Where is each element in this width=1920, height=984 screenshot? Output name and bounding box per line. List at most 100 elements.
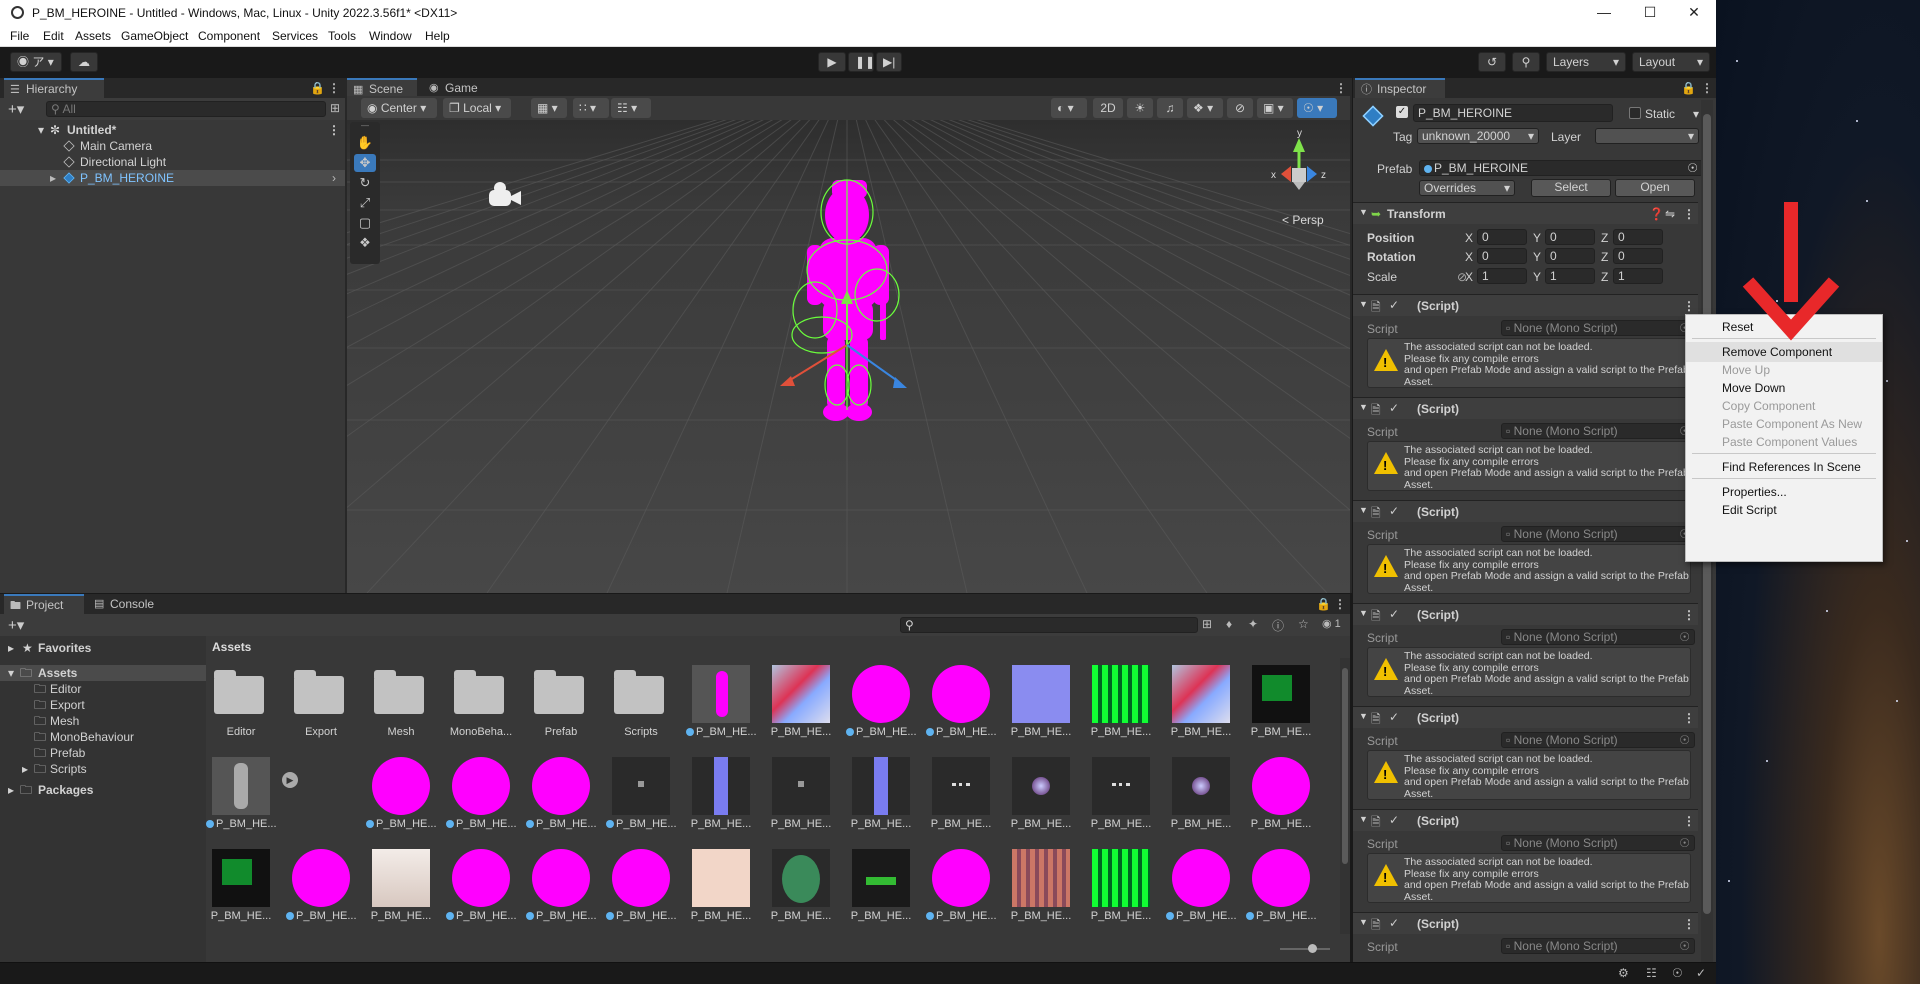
asset-item[interactable]: P_BM_HE...	[1086, 752, 1156, 832]
component-menu-icon[interactable]: ⋮	[1683, 711, 1695, 725]
toggle-2d-button[interactable]: 2D	[1093, 98, 1123, 118]
tag-dropdown[interactable]: unknown_20000 ▾	[1417, 128, 1539, 144]
folder-item[interactable]: 🗀 MonoBehaviour	[0, 729, 206, 745]
component-enabled-checkbox[interactable]: ✓	[1389, 401, 1399, 415]
position-x-field[interactable]: 0	[1477, 229, 1527, 245]
collapse-arrow-icon[interactable]: ▸	[8, 640, 14, 656]
folder-item[interactable]: ▸ 🗀 Scripts	[0, 761, 206, 777]
asset-item[interactable]: P_BM_HE...	[766, 752, 836, 832]
increment-snap-button[interactable]: ☷ ▾	[611, 98, 651, 118]
scale-tool-button[interactable]: ⤢	[354, 194, 376, 212]
menu-assets[interactable]: Assets	[75, 29, 111, 43]
folder-asset[interactable]: Export	[286, 660, 356, 740]
asset-item[interactable]: P_BM_HE...	[846, 660, 916, 740]
menu-help[interactable]: Help	[425, 29, 450, 43]
camera-settings-button[interactable]: ▣ ▾	[1257, 98, 1293, 118]
collapse-arrow-icon[interactable]: ▸	[22, 761, 28, 777]
grid-snap-button[interactable]: ▦ ▾	[531, 98, 567, 118]
asset-item[interactable]: P_BM_HE...	[286, 844, 356, 924]
layer-dropdown[interactable]: ▾	[1595, 128, 1699, 144]
component-enabled-checkbox[interactable]: ✓	[1389, 607, 1399, 621]
component-enabled-checkbox[interactable]: ✓	[1389, 813, 1399, 827]
menu-services[interactable]: Services	[272, 29, 318, 43]
asset-item[interactable]: P_BM_HE...	[1166, 844, 1236, 924]
folder-item[interactable]: 🗀 Export	[0, 697, 206, 713]
step-button[interactable]: ▶|	[876, 52, 902, 72]
component-enabled-checkbox[interactable]: ✓	[1389, 298, 1399, 312]
asset-item[interactable]: P_BM_HE...	[926, 752, 996, 832]
lock-icon[interactable]: 🔒	[310, 81, 325, 95]
maximize-button[interactable]: ☐	[1630, 2, 1670, 23]
warning-filter-icon[interactable]: ⓘ	[1272, 617, 1284, 634]
asset-item[interactable]: P_BM_HE...	[206, 752, 276, 832]
hierarchy-search-input[interactable]: ⚲ All	[46, 101, 326, 117]
lock-icon[interactable]: 🔒	[1681, 81, 1696, 95]
foldout-arrow-icon[interactable]: ▼	[1359, 917, 1368, 927]
packages-row[interactable]: ▸ 🗀 Packages	[0, 782, 206, 798]
static-dropdown-icon[interactable]: ▾	[1693, 107, 1699, 121]
inspector-menu-icon[interactable]: ⋮	[1701, 81, 1713, 95]
hierarchy-item-directional-light[interactable]: Directional Light	[0, 154, 345, 170]
tools-drag-handle[interactable]: —	[354, 122, 376, 130]
component-enabled-checkbox[interactable]: ✓	[1389, 710, 1399, 724]
asset-item[interactable]: P_BM_HE...	[926, 660, 996, 740]
rotation-x-field[interactable]: 0	[1477, 248, 1527, 264]
move-tool-button[interactable]: ✥	[354, 154, 376, 172]
grid-visibility-button[interactable]: ∷ ▾	[573, 98, 609, 118]
rect-tool-button[interactable]: ▢	[354, 214, 376, 232]
tab-console[interactable]: ▤ Console	[88, 594, 168, 614]
asset-item[interactable]: P_BM_HE...	[1006, 752, 1076, 832]
asset-item[interactable]: P_BM_HE...	[686, 752, 756, 832]
component-menu-icon[interactable]: ⋮	[1683, 917, 1695, 931]
effects-button[interactable]: ❖ ▾	[1187, 98, 1223, 118]
folder-item[interactable]: 🗀 Editor	[0, 681, 206, 697]
asset-item[interactable]: P_BM_HE...	[526, 844, 596, 924]
orientation-gizmo[interactable]: y x z	[1271, 128, 1326, 190]
folder-asset[interactable]: Prefab	[526, 660, 596, 740]
script-component-header[interactable]: ▼🗎✓(Script)⋮	[1353, 603, 1698, 625]
foldout-arrow-icon[interactable]: ▼	[1359, 711, 1368, 721]
menu-gameobject[interactable]: GameObject	[121, 29, 188, 43]
foldout-arrow-icon[interactable]: ▼	[1359, 608, 1368, 618]
asset-item[interactable]: P_BM_HE...	[366, 752, 436, 832]
layers-dropdown[interactable]: Layers ▾	[1546, 52, 1626, 72]
favorite-star-icon[interactable]: ☆	[1298, 617, 1309, 631]
layout-dropdown[interactable]: Layout ▾	[1632, 52, 1710, 72]
scale-z-field[interactable]: 1	[1613, 268, 1663, 284]
favorites-row[interactable]: ▸ ★ Favorites	[0, 640, 206, 656]
script-component-header[interactable]: ▼🗎✓(Script)⋮	[1353, 500, 1698, 522]
foldout-arrow-icon[interactable]: ▼	[1359, 207, 1368, 217]
component-menu-icon[interactable]: ⋮	[1683, 207, 1695, 221]
audio-toggle[interactable]: ♫	[1157, 98, 1183, 118]
asset-item[interactable]: P_BM_HE...	[766, 660, 836, 740]
script-component-header[interactable]: ▼🗎✓(Script)⋮	[1353, 397, 1698, 419]
asset-item[interactable]: P_BM_HE...	[1166, 752, 1236, 832]
component-menu-icon[interactable]: ⋮	[1683, 814, 1695, 828]
search-by-label-icon[interactable]: ♦	[1226, 617, 1232, 631]
script-component-header[interactable]: ▼🗎✓(Script)⋮	[1353, 294, 1698, 316]
scale-y-field[interactable]: 1	[1545, 268, 1595, 284]
camera-gizmo[interactable]	[489, 182, 521, 206]
transform-tool-button[interactable]: ❖	[354, 234, 376, 252]
foldout-arrow-icon[interactable]: ▼	[1359, 299, 1368, 309]
close-button[interactable]: ✕	[1674, 2, 1714, 23]
menu-item-find-references-in-scene[interactable]: Find References In Scene	[1686, 457, 1882, 477]
menu-file[interactable]: File	[10, 29, 29, 43]
static-checkbox[interactable]	[1629, 107, 1641, 119]
menu-item-properties[interactable]: Properties...	[1686, 482, 1882, 502]
scene-menu-icon[interactable]: ⋮	[1335, 81, 1347, 95]
asset-item[interactable]: P_BM_HE...	[926, 844, 996, 924]
scene-expand-icon[interactable]: ▾	[38, 122, 44, 138]
asset-item[interactable]: P_BM_HE...	[1086, 844, 1156, 924]
scene-viewport[interactable]: y x z < Persp	[347, 120, 1350, 593]
menu-tools[interactable]: Tools	[328, 29, 356, 43]
component-menu-icon[interactable]: ⋮	[1683, 608, 1695, 622]
thumbnail-size-slider[interactable]	[1280, 944, 1330, 953]
lock-icon[interactable]: 🔒	[1316, 597, 1331, 611]
menu-window[interactable]: Window	[369, 29, 412, 43]
folder-asset[interactable]: Mesh	[366, 660, 436, 740]
check-circle-icon[interactable]: ✓	[1696, 966, 1706, 980]
asset-item[interactable]: P_BM_HE...	[686, 660, 756, 740]
scale-x-field[interactable]: 1	[1477, 268, 1527, 284]
folder-item[interactable]: 🗀 Prefab	[0, 745, 206, 761]
